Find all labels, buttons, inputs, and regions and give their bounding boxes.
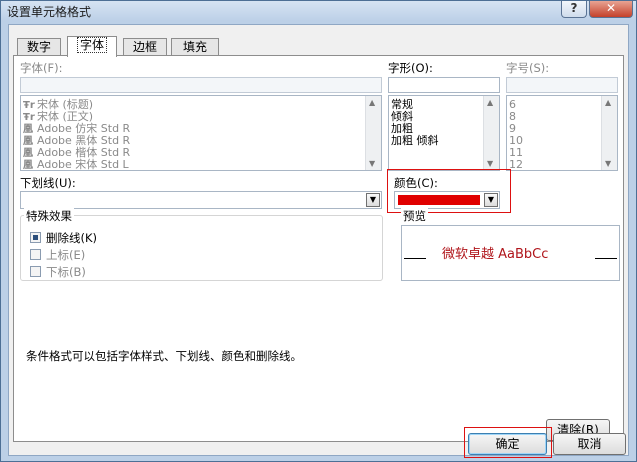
tab-border[interactable]: 边框 [123,38,167,56]
opentype-font-icon: 凰 [23,136,33,147]
opentype-font-icon: 凰 [23,160,33,171]
superscript-label[interactable]: 上标(E) [46,247,85,263]
tab-number[interactable]: 数字 [17,38,61,56]
list-item[interactable]: 9 [509,123,516,134]
subscript-checkbox[interactable] [30,266,41,277]
truetype-font-icon: Ŧr [23,112,35,123]
list-item[interactable]: 11 [509,147,523,158]
info-text: 条件格式可以包括字体样式、下划线、颜色和删除线。 [26,349,302,363]
list-item[interactable]: 6 [509,99,516,110]
scroll-up-icon[interactable]: ▲ [487,98,493,107]
font-list[interactable]: Ŧr 宋体 (标题) Ŧr 宋体 (正文) 凰 Adobe 仿宋 Std R 凰 Ado… [20,95,382,171]
list-item[interactable]: 10 [509,135,523,146]
list-item[interactable]: 8 [509,111,516,122]
scroll-up-icon[interactable]: ▲ [605,98,611,107]
help-button[interactable]: ? [561,1,587,18]
highlight-annotation [464,427,552,458]
scroll-up-icon[interactable]: ▲ [369,98,375,107]
style-list-scrollbar[interactable]: ▲ ▼ [483,96,499,170]
preview-box: 微软卓越 AaBbCc [401,225,620,281]
style-input[interactable] [388,77,500,93]
superscript-checkbox[interactable] [30,249,41,260]
title-bar[interactable]: 设置单元格格式 ? ✕ [1,1,636,21]
scroll-down-icon[interactable]: ▼ [369,159,375,168]
list-item[interactable]: 加粗 [391,123,413,134]
style-list[interactable]: 常规 倾斜 加粗 加粗 倾斜 ▲ ▼ [388,95,500,171]
truetype-font-icon: Ŧr [23,100,35,111]
close-button[interactable]: ✕ [589,1,633,18]
tab-font[interactable]: 字体 [67,36,117,57]
list-item[interactable]: 倾斜 [391,111,413,122]
size-list-scrollbar[interactable]: ▲ ▼ [601,96,617,170]
preview-sample-text: 微软卓越 AaBbCc [442,247,549,262]
list-item[interactable]: 凰 Adobe 宋体 Std L [23,159,129,171]
size-input[interactable] [506,77,618,93]
window-title: 设置单元格格式 [7,5,92,19]
size-list[interactable]: 6 8 9 10 11 12 ▲ ▼ [506,95,618,171]
preview-baseline [595,258,617,259]
underline-label: 下划线(U): [20,176,76,190]
cancel-button[interactable]: 取消 [553,433,626,455]
font-input[interactable] [20,77,382,93]
highlight-annotation [387,169,511,213]
size-label: 字号(S): [506,61,550,75]
subscript-label[interactable]: 下标(B) [46,264,86,280]
strikethrough-label[interactable]: 删除线(K) [46,230,97,246]
underline-select[interactable]: ▼ [20,191,382,209]
list-item[interactable]: 加粗 倾斜 [391,135,439,146]
opentype-font-icon: 凰 [23,148,33,159]
style-label: 字形(O): [388,61,433,75]
dialog-window: 设置单元格格式 ? ✕ 数字 字体 边框 填充 字体(F): Ŧr 宋体 (标题)… [0,0,637,462]
list-item[interactable]: 12 [509,159,523,170]
font-list-scrollbar[interactable]: ▲ ▼ [365,96,381,170]
opentype-font-icon: 凰 [23,124,33,135]
dialog-client: 数字 字体 边框 填充 字体(F): Ŧr 宋体 (标题) Ŧr 宋体 (正文) 凰… [8,24,629,458]
font-label: 字体(F): [20,61,63,75]
list-item[interactable]: 常规 [391,99,413,110]
font-tab-panel: 字体(F): Ŧr 宋体 (标题) Ŧr 宋体 (正文) 凰 Adobe 仿宋 Std… [13,55,624,442]
chevron-down-icon[interactable]: ▼ [366,193,380,207]
effects-title: 特殊效果 [24,208,74,224]
preview-baseline [404,258,426,259]
tab-fill[interactable]: 填充 [171,38,219,56]
strikethrough-checkbox[interactable] [30,232,41,243]
scroll-down-icon[interactable]: ▼ [487,159,493,168]
scroll-down-icon[interactable]: ▼ [605,159,611,168]
preview-label: 预览 [401,208,428,224]
